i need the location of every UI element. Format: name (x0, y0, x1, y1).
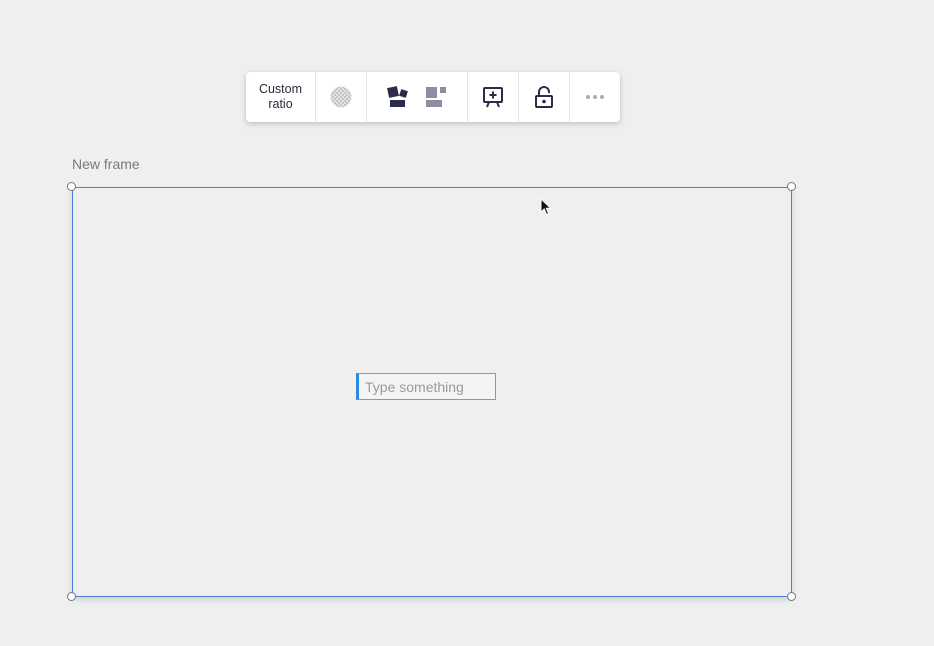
frame-title[interactable]: New frame (72, 156, 140, 172)
lock-icon (533, 85, 555, 109)
more-options-button[interactable] (570, 72, 620, 122)
add-to-presentation-button[interactable] (468, 72, 519, 122)
custom-ratio-button[interactable]: Custom ratio (246, 72, 316, 122)
presentation-add-icon (481, 85, 505, 109)
resize-handle-top-left[interactable] (67, 182, 76, 191)
lock-button[interactable] (519, 72, 570, 122)
text-input[interactable] (356, 373, 496, 400)
grid-layout-icon[interactable] (424, 85, 448, 109)
resize-handle-bottom-left[interactable] (67, 592, 76, 601)
scatter-layout-icon[interactable] (386, 85, 410, 109)
resize-handle-bottom-right[interactable] (787, 592, 796, 601)
board-canvas[interactable]: Custom ratio New frame Type something (0, 0, 934, 646)
custom-ratio-label: Custom ratio (258, 82, 303, 111)
transparent-fill-icon (330, 86, 352, 108)
fill-color-button[interactable] (316, 72, 367, 122)
layout-group (367, 72, 468, 122)
resize-handle-top-right[interactable] (787, 182, 796, 191)
frame-toolbar: Custom ratio (246, 72, 620, 122)
more-options-icon (585, 94, 605, 100)
mouse-pointer-icon (540, 197, 552, 221)
